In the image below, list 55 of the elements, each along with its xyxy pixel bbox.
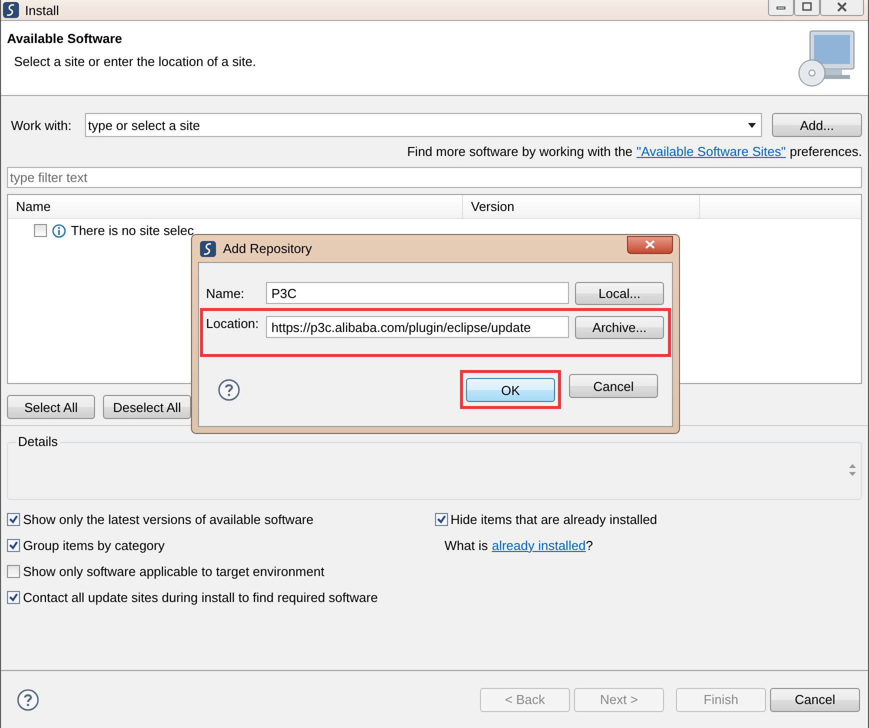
input-field[interactable]: https://p3c.alibaba.com/plugin/eclipse/update <box>266 316 569 338</box>
close-button[interactable] <box>627 236 673 254</box>
checkbox[interactable] <box>7 564 20 578</box>
add-button[interactable]: Add... <box>772 113 862 137</box>
close-icon <box>645 240 655 249</box>
dialog-button[interactable]: Cancel <box>569 374 658 398</box>
selection-button[interactable]: Select All <box>7 395 95 419</box>
checkbox[interactable] <box>7 590 20 604</box>
wizard-button[interactable]: Cancel <box>770 688 860 712</box>
field-label: Location: <box>206 316 260 331</box>
help-icon[interactable] <box>218 378 240 400</box>
already-installed-link[interactable]: already installed <box>492 538 586 552</box>
help-icon[interactable] <box>17 688 39 710</box>
app-logo-icon <box>200 240 216 256</box>
browse-button[interactable]: Archive... <box>575 316 664 339</box>
checkbox[interactable] <box>34 224 47 237</box>
field-label: Name: <box>206 286 246 300</box>
browse-button[interactable]: Local... <box>575 282 664 304</box>
available-sites-link[interactable]: "Available Software Sites" <box>636 144 786 160</box>
column-header[interactable]: Version <box>463 195 700 218</box>
window-title: Install <box>25 2 59 18</box>
dialog-title: Add Repository <box>223 241 312 256</box>
maximize-button[interactable] <box>794 0 820 16</box>
what-is-text: What is <box>444 538 488 552</box>
option-label: Contact all update sites during install to find required software <box>23 590 378 604</box>
details-title: Details <box>16 434 60 449</box>
maximize-icon <box>802 2 812 12</box>
filter-field[interactable]: type filter text <box>7 167 862 188</box>
question-mark-text: ? <box>586 538 594 552</box>
dialog-button[interactable]: OK <box>466 378 555 402</box>
site-combo-box[interactable]: type or select a site <box>85 113 762 137</box>
row-text: There is no site selec <box>71 223 194 238</box>
selection-button[interactable]: Deselect All <box>103 395 191 419</box>
close-icon <box>837 2 847 12</box>
minimize-icon <box>776 4 786 10</box>
scroll-arrows-icon <box>849 463 856 477</box>
close-button[interactable] <box>820 0 864 16</box>
column-header[interactable]: Name <box>8 195 463 218</box>
page-title: Available Software <box>7 31 124 46</box>
minimize-button[interactable] <box>768 0 794 16</box>
checkbox[interactable] <box>7 512 20 526</box>
app-logo-icon <box>3 2 19 18</box>
hint-text: Find more software by working with the <box>407 144 633 160</box>
option-label: Show only the latest versions of available software <box>23 512 314 526</box>
dropdown-caret-icon[interactable] <box>748 123 756 128</box>
option-label: Group items by category <box>23 538 165 552</box>
option-label: Show only software applicable to target environment <box>23 564 324 578</box>
info-icon <box>52 224 66 238</box>
hint-suffix-text: preferences. <box>790 144 862 160</box>
option-label: Hide items that are already installed <box>450 512 658 526</box>
work-with-label: Work with: <box>10 118 72 132</box>
page-subtitle: Select a site or enter the location of a site. <box>13 54 256 69</box>
input-field[interactable]: P3C <box>266 282 569 304</box>
checkbox[interactable] <box>434 512 448 526</box>
checkbox[interactable] <box>7 538 20 552</box>
